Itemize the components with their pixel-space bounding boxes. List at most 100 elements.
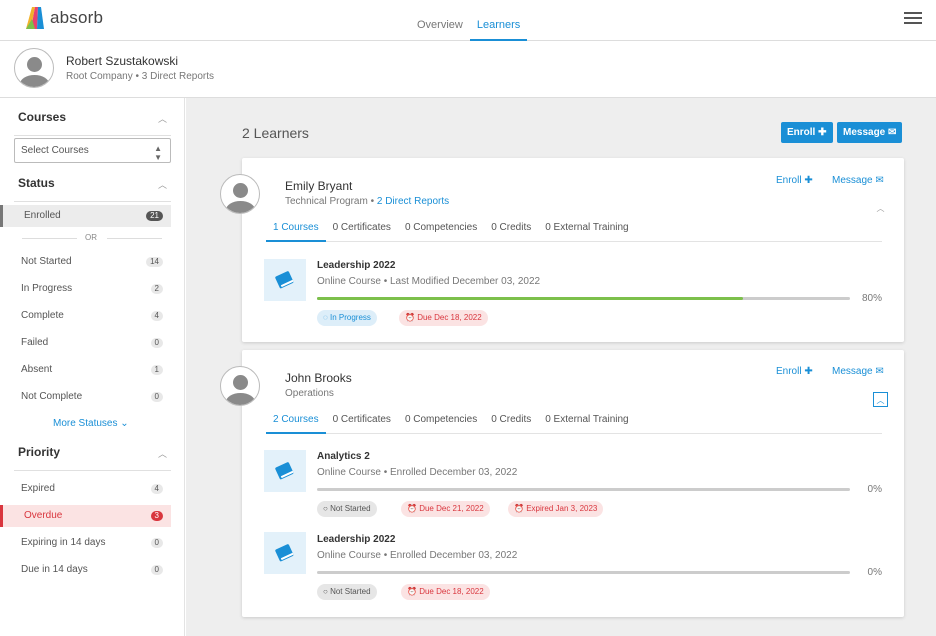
badge-label: In Progress xyxy=(330,313,371,322)
status-not-complete[interactable]: Not Complete 0 xyxy=(14,386,171,408)
menu-icon[interactable] xyxy=(904,12,922,25)
logo-text: absorb xyxy=(50,8,104,27)
user-header: Robert Szustakowski Root Company • 3 Dir… xyxy=(0,41,936,98)
nav-tabs: Overview Learners xyxy=(410,0,528,41)
status-not-started[interactable]: Not Started 14 xyxy=(14,251,171,273)
absorb-logo-icon[interactable] xyxy=(22,5,46,29)
count-badge: 0 xyxy=(150,392,163,402)
status-label: Not Complete xyxy=(21,391,83,402)
message-button[interactable]: Message ✉ xyxy=(837,122,903,143)
user-name: Robert Szustakowski xyxy=(66,54,179,68)
priority-due-14[interactable]: Due in 14 days 0 xyxy=(14,559,171,581)
priority-label: Expiring in 14 days xyxy=(21,537,106,548)
course-select[interactable]: Select Courses ▲ ▼ xyxy=(14,138,171,163)
expired-badge: ⏰ Expired Jan 3, 2023 xyxy=(508,501,604,517)
book-icon xyxy=(264,259,306,301)
enroll-button[interactable]: Enroll ✚ xyxy=(781,122,833,143)
enroll-link[interactable]: Enroll ✚ xyxy=(776,175,813,186)
chevron-up-icon[interactable]: ︿ xyxy=(873,392,888,407)
alarm-icon: ⏰ xyxy=(407,504,417,513)
count-badge: 0 xyxy=(150,338,163,348)
message-link[interactable]: Message ✉ xyxy=(832,366,884,377)
courses-heading: Courses xyxy=(18,110,67,124)
tab-overview[interactable]: Overview xyxy=(410,0,470,41)
learner-name[interactable]: John Brooks xyxy=(285,371,352,385)
course-select-value: Select Courses xyxy=(21,145,89,156)
status-label: Enrolled xyxy=(24,210,61,221)
tab-courses[interactable]: 1 Courses xyxy=(266,218,326,242)
user-subtitle: Root Company • 3 Direct Reports xyxy=(66,71,215,82)
status-in-progress[interactable]: In Progress 2 xyxy=(14,278,171,300)
tab-competencies[interactable]: 0 Competencies xyxy=(398,218,484,242)
book-icon xyxy=(264,532,306,574)
count-badge: 1 xyxy=(150,365,163,375)
chevron-up-icon[interactable]: ︿ xyxy=(158,112,167,125)
count-badge: 0 xyxy=(150,565,163,575)
more-statuses-link[interactable]: More Statuses ⌄ xyxy=(53,418,129,429)
direct-reports-link[interactable]: 2 Direct Reports xyxy=(377,196,449,207)
learner-card: John Brooks Operations Enroll ✚ Message … xyxy=(220,350,904,617)
chevron-up-icon[interactable]: ︿ xyxy=(158,178,167,191)
badge-label: Not Started xyxy=(330,504,371,513)
enroll-link[interactable]: Enroll ✚ xyxy=(776,366,813,377)
tab-competencies[interactable]: 0 Competencies xyxy=(398,410,484,434)
tab-external-training[interactable]: 0 External Training xyxy=(538,218,635,242)
tab-certificates[interactable]: 0 Certificates xyxy=(326,410,398,434)
badge-label: Not Started xyxy=(330,587,371,596)
learner-subtitle: Operations xyxy=(285,388,334,399)
more-statuses-label: More Statuses xyxy=(53,418,118,429)
chevron-up-icon[interactable]: ︿ xyxy=(873,201,888,216)
tab-certificates[interactable]: 0 Certificates xyxy=(326,218,398,242)
status-complete[interactable]: Complete 4 xyxy=(14,305,171,327)
progress-bar xyxy=(317,488,850,491)
message-link[interactable]: Message ✉ xyxy=(832,175,884,186)
learner-tabs: 2 Courses 0 Certificates 0 Competencies … xyxy=(266,410,882,434)
book-icon xyxy=(264,450,306,492)
avatar xyxy=(220,366,260,406)
tab-learners[interactable]: Learners xyxy=(469,0,528,41)
or-divider: OR xyxy=(22,233,162,242)
priority-section-header[interactable]: Priority ︿ xyxy=(14,445,171,471)
progress-percent: 0% xyxy=(867,484,882,495)
course-meta: Online Course • Enrolled December 03, 20… xyxy=(317,467,518,478)
learner-name[interactable]: Emily Bryant xyxy=(285,179,352,193)
count-badge: 4 xyxy=(150,484,163,494)
tab-external-training[interactable]: 0 External Training xyxy=(538,410,635,434)
tab-credits[interactable]: 0 Credits xyxy=(484,410,538,434)
tab-courses[interactable]: 2 Courses xyxy=(266,410,326,434)
priority-label: Overdue xyxy=(24,510,63,521)
badge-label: Expired Jan 3, 2023 xyxy=(526,504,598,513)
status-label: Not Started xyxy=(21,256,72,267)
status-enrolled[interactable]: Enrolled 21 xyxy=(0,205,171,227)
chevron-up-icon[interactable]: ︿ xyxy=(158,447,167,460)
spinner-icon: ◌ xyxy=(323,313,328,322)
circle-icon: ○ xyxy=(323,587,328,596)
priority-expired[interactable]: Expired 4 xyxy=(14,478,171,500)
in-progress-badge: ◌ In Progress xyxy=(317,310,377,326)
learners-count-title: 2 Learners xyxy=(242,125,309,141)
status-heading: Status xyxy=(18,176,55,190)
course-title[interactable]: Leadership 2022 xyxy=(317,534,395,545)
due-date-badge: ⏰ Due Dec 18, 2022 xyxy=(401,584,490,600)
status-absent[interactable]: Absent 1 xyxy=(14,359,171,381)
progress-bar xyxy=(317,297,850,300)
badge-label: Due Dec 21, 2022 xyxy=(419,504,484,513)
status-label: Absent xyxy=(21,364,53,375)
status-label: Failed xyxy=(21,337,49,348)
chevron-down-icon: ⌄ xyxy=(120,418,129,429)
priority-expiring-14[interactable]: Expiring in 14 days 0 xyxy=(14,532,171,554)
due-date-badge: ⏰ Due Dec 21, 2022 xyxy=(401,501,490,517)
select-arrows-icon: ▲ ▼ xyxy=(154,144,162,162)
course-title[interactable]: Analytics 2 xyxy=(317,451,370,462)
learner-department: Technical Program • xyxy=(285,196,377,207)
priority-overdue[interactable]: Overdue 3 xyxy=(0,505,171,527)
course-title[interactable]: Leadership 2022 xyxy=(317,260,395,271)
learners-panel: 2 Learners Enroll ✚ Message ✉ Emily Brya… xyxy=(186,98,936,636)
status-failed[interactable]: Failed 0 xyxy=(14,332,171,354)
learner-tabs: 1 Courses 0 Certificates 0 Competencies … xyxy=(266,218,882,242)
status-section-header[interactable]: Status ︿ xyxy=(14,176,171,202)
tab-credits[interactable]: 0 Credits xyxy=(484,218,538,242)
courses-section-header[interactable]: Courses ︿ xyxy=(14,110,171,136)
avatar xyxy=(14,48,54,88)
top-bar: absorb Overview Learners xyxy=(0,0,936,41)
